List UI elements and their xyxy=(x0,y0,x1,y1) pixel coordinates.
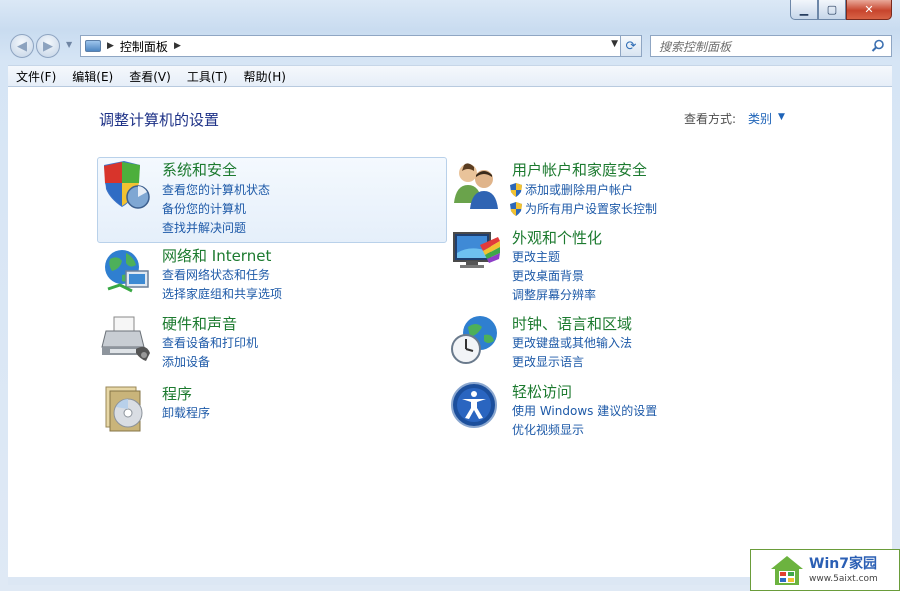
ease-of-access-icon[interactable] xyxy=(450,381,502,433)
category-ease-of-access: 轻松访问 使用 Windows 建议的设置 优化视频显示 xyxy=(450,381,810,441)
link-add-device[interactable]: 添加设备 xyxy=(162,353,210,370)
category-user-accounts: 用户帐户和家庭安全 添加或删除用户帐户 为所有用户设置家长控制 xyxy=(450,159,810,219)
content-pane: 调整计算机的设置 查看方式: 类别 ▼ 系统和安全 查看您的计算机状态 备份您的… xyxy=(8,87,892,577)
appearance-monitor-icon[interactable] xyxy=(450,227,502,279)
link-homegroup[interactable]: 选择家庭组和共享选项 xyxy=(162,285,282,302)
menu-help[interactable]: 帮助(H) xyxy=(236,68,294,85)
clock-globe-icon[interactable] xyxy=(450,313,502,365)
link-check-status[interactable]: 查看您的计算机状态 xyxy=(162,181,270,198)
link-add-remove-users[interactable]: 添加或删除用户帐户 xyxy=(510,181,633,198)
menu-bar: 文件(F) 编辑(E) 查看(V) 工具(T) 帮助(H) xyxy=(8,65,892,87)
house-logo-icon xyxy=(771,556,803,585)
view-by-dropdown[interactable]: 类别 xyxy=(748,110,772,127)
watermark-title: Win7家园 xyxy=(809,556,877,572)
forward-button[interactable]: ▶ xyxy=(36,34,60,58)
link-backup[interactable]: 备份您的计算机 xyxy=(162,200,246,217)
link-optimize-display[interactable]: 优化视频显示 xyxy=(512,421,584,438)
printer-icon[interactable] xyxy=(100,313,152,365)
link-recommended-settings[interactable]: 使用 Windows 建议的设置 xyxy=(512,402,657,419)
users-icon[interactable] xyxy=(450,159,502,211)
link-add-remove-users-label: 添加或删除用户帐户 xyxy=(525,183,634,197)
navigation-bar: ◀ ▶ ▼ ▶ 控制面板 ▶ ▼ ⟳ 搜索控制面板 xyxy=(8,33,892,59)
menu-view[interactable]: 查看(V) xyxy=(121,68,179,85)
back-button[interactable]: ◀ xyxy=(10,34,34,58)
category-appearance: 外观和个性化 更改主题 更改桌面背景 调整屏幕分辨率 xyxy=(450,227,810,307)
category-title-appearance[interactable]: 外观和个性化 xyxy=(512,227,602,248)
category-title-programs[interactable]: 程序 xyxy=(162,383,192,404)
link-parental-controls-label: 为所有用户设置家长控制 xyxy=(525,202,658,216)
link-change-theme[interactable]: 更改主题 xyxy=(512,248,560,265)
link-uninstall[interactable]: 卸载程序 xyxy=(162,404,210,421)
category-title-network[interactable]: 网络和 Internet xyxy=(162,245,271,266)
maximize-button[interactable]: ▢ xyxy=(818,0,846,20)
link-screen-resolution[interactable]: 调整屏幕分辨率 xyxy=(512,286,596,303)
category-title-ease-of-access[interactable]: 轻松访问 xyxy=(512,381,572,402)
breadcrumb-separator-icon[interactable]: ▶ xyxy=(174,41,181,51)
refresh-icon: ⟳ xyxy=(625,38,637,54)
view-by-label: 查看方式: xyxy=(684,112,737,126)
breadcrumb-separator-icon[interactable]: ▶ xyxy=(107,41,114,51)
minimize-button[interactable]: ▁ xyxy=(790,0,818,20)
link-troubleshoot[interactable]: 查找并解决问题 xyxy=(162,219,246,236)
link-desktop-background[interactable]: 更改桌面背景 xyxy=(512,267,584,284)
category-title-user-accounts[interactable]: 用户帐户和家庭安全 xyxy=(512,159,647,180)
close-button[interactable]: ✕ xyxy=(846,0,892,20)
recent-pages-dropdown[interactable]: ▼ xyxy=(66,40,72,49)
category-title-clock-language[interactable]: 时钟、语言和区域 xyxy=(512,313,632,334)
window-frame: ▁ ▢ ✕ ◀ ▶ ▼ ▶ 控制面板 ▶ ▼ ⟳ 搜索控制面板 文件(F) 编辑… xyxy=(0,0,900,591)
category-title-hardware-sound[interactable]: 硬件和声音 xyxy=(162,313,237,334)
link-network-status[interactable]: 查看网络状态和任务 xyxy=(162,266,270,283)
link-change-keyboard[interactable]: 更改键盘或其他输入法 xyxy=(512,334,632,351)
caption-buttons: ▁ ▢ ✕ xyxy=(790,0,892,20)
network-globe-icon[interactable] xyxy=(100,245,152,297)
category-hardware-sound: 硬件和声音 查看设备和打印机 添加设备 xyxy=(100,313,440,373)
arrow-right-icon: ▶ xyxy=(43,38,53,54)
menu-edit[interactable]: 编辑(E) xyxy=(64,68,121,85)
arrow-left-icon: ◀ xyxy=(17,38,27,54)
category-network: 网络和 Internet 查看网络状态和任务 选择家庭组和共享选项 xyxy=(100,245,440,305)
chevron-down-icon[interactable]: ▼ xyxy=(778,112,785,122)
link-devices-printers[interactable]: 查看设备和打印机 xyxy=(162,334,258,351)
breadcrumb-control-panel[interactable]: 控制面板 xyxy=(120,38,168,55)
address-dropdown-icon[interactable]: ▼ xyxy=(611,39,618,49)
menu-file[interactable]: 文件(F) xyxy=(8,68,64,85)
watermark-url: www.5aixt.com xyxy=(809,574,878,584)
site-watermark: Win7家园 www.5aixt.com xyxy=(750,549,900,591)
uac-shield-icon xyxy=(510,182,522,197)
refresh-button[interactable]: ⟳ xyxy=(620,35,642,57)
category-clock-language: 时钟、语言和区域 更改键盘或其他输入法 更改显示语言 xyxy=(450,313,810,373)
link-parental-controls[interactable]: 为所有用户设置家长控制 xyxy=(510,200,657,217)
search-input[interactable]: 搜索控制面板 xyxy=(659,38,731,55)
category-programs: 程序 卸载程序 xyxy=(100,383,440,433)
search-icon[interactable] xyxy=(871,39,885,53)
menu-tools[interactable]: 工具(T) xyxy=(179,68,236,85)
uac-shield-icon xyxy=(510,201,522,216)
security-shield-icon[interactable] xyxy=(100,159,152,211)
category-title-system-security[interactable]: 系统和安全 xyxy=(162,159,237,180)
control-panel-icon xyxy=(85,40,101,52)
address-bar[interactable]: ▶ 控制面板 ▶ ▼ xyxy=(80,35,623,57)
link-display-language[interactable]: 更改显示语言 xyxy=(512,353,584,370)
programs-icon[interactable] xyxy=(100,383,152,435)
category-system-security: 系统和安全 查看您的计算机状态 备份您的计算机 查找并解决问题 xyxy=(100,159,440,239)
search-box[interactable]: 搜索控制面板 xyxy=(650,35,892,57)
page-title: 调整计算机的设置 xyxy=(99,111,220,129)
